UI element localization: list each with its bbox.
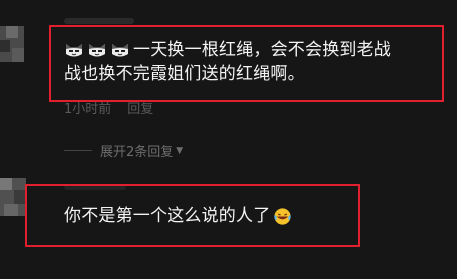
divider	[64, 150, 92, 151]
avatar[interactable]	[0, 26, 24, 62]
expand-replies-label: 展开2条回复	[100, 145, 174, 160]
chevron-down-icon: ▼	[176, 145, 184, 156]
avatar[interactable]	[0, 178, 26, 216]
username-placeholder	[64, 18, 134, 24]
highlight-box	[25, 184, 360, 247]
expand-replies-button[interactable]: 展开2条回复 ▼	[64, 141, 183, 160]
highlight-box	[49, 25, 444, 102]
